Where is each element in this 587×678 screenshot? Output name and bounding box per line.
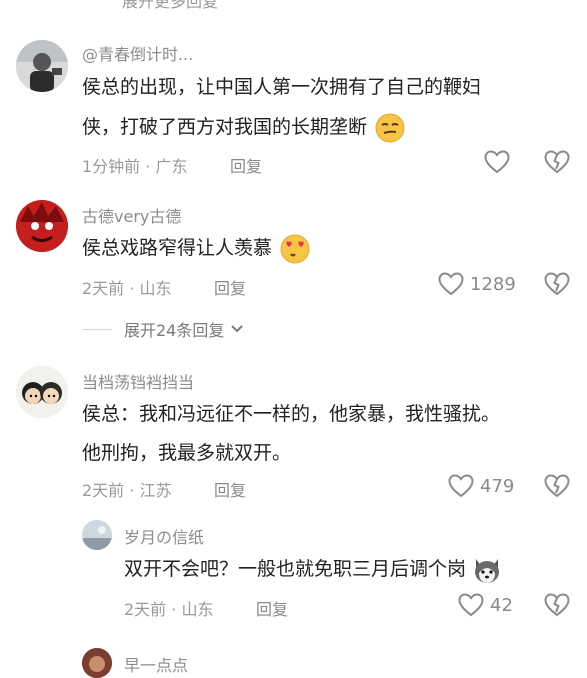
heart-eyes-emoji-icon [280, 234, 310, 263]
like-button[interactable]: 42 [458, 593, 513, 617]
like-count: 479 [480, 475, 515, 497]
like-button[interactable]: 1289 [438, 272, 516, 296]
broken-heart-icon[interactable] [544, 593, 570, 617]
husky-dog-emoji-icon [475, 558, 500, 583]
like-count: 42 [490, 594, 513, 616]
avatar[interactable] [16, 200, 68, 252]
avatar[interactable] [16, 366, 68, 418]
broken-heart-icon[interactable] [544, 272, 570, 296]
reply-button[interactable]: 回复 [214, 477, 246, 501]
comment-text: 侯总的出现，让中国人第一次拥有了自己的鞭妇 [82, 76, 482, 98]
broken-heart-icon[interactable] [544, 150, 570, 174]
reply-button[interactable]: 回复 [256, 596, 288, 620]
comment-text: 侠，打破了西方对我国的长期垄断 [82, 110, 405, 144]
comment-username[interactable]: 古德very古德 [82, 203, 181, 227]
comment-text: 双开不会吧？一般也就免职三月后调个岗 [124, 552, 502, 586]
avatar[interactable] [82, 520, 112, 550]
heart-outline-icon [458, 593, 484, 617]
comment-meta: 2天前 · 山东 [82, 279, 172, 298]
comment-text: 侯总：我和冯远征不一样的，他家暴，我性骚扰。 [82, 403, 501, 425]
like-button[interactable] [484, 150, 510, 174]
collapsed-replies-partial[interactable]: 展开更多回复 [122, 0, 218, 12]
heart-outline-icon [438, 272, 464, 296]
comment-text: 他刑拘，我最多就双开。 [82, 442, 292, 464]
avatar[interactable] [82, 648, 112, 678]
broken-heart-icon[interactable] [544, 474, 570, 498]
comment-username[interactable]: 当档荡铛裆挡当 [82, 369, 194, 393]
expand-replies-button[interactable]: 展开24条回复 [82, 317, 246, 341]
comment-username[interactable]: 岁月の信纸 [124, 524, 204, 548]
comment-text: 侯总戏路窄得让人羡慕 [82, 231, 310, 265]
heart-outline-icon [448, 474, 474, 498]
comment-meta: 2天前 · 江苏 [82, 481, 172, 500]
like-button[interactable]: 479 [448, 474, 514, 498]
comment-username[interactable]: @青春倒计时... [82, 41, 193, 65]
comment-meta: 2天前 · 山东 [124, 600, 214, 619]
expand-replies-label: 展开24条回复 [124, 321, 225, 340]
chevron-down-icon [231, 325, 244, 333]
reply-button[interactable]: 回复 [230, 153, 262, 177]
reply-button[interactable]: 回复 [214, 275, 246, 299]
comment-username[interactable]: 早一点点 [124, 652, 188, 676]
like-count: 1289 [470, 273, 516, 295]
avatar[interactable] [16, 40, 68, 92]
comment-meta: 1分钟前 · 广东 [82, 157, 188, 176]
heart-outline-icon [484, 150, 510, 174]
smirk-emoji-icon [375, 113, 405, 142]
divider [82, 328, 112, 330]
